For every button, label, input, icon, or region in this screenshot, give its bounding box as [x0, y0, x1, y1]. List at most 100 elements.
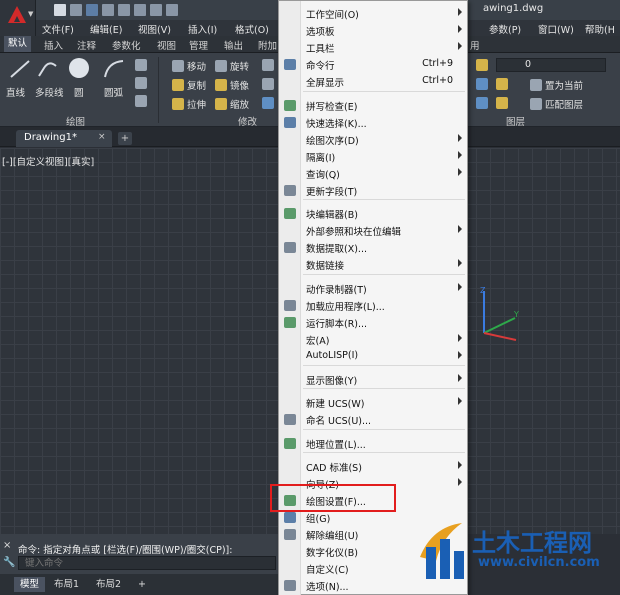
circle-icon[interactable]: [67, 57, 91, 79]
trim-icon[interactable]: [262, 59, 274, 71]
menu-parameters[interactable]: 参数(P): [489, 22, 521, 36]
array-icon[interactable]: [262, 97, 274, 109]
plot-icon[interactable]: [118, 4, 130, 16]
sun-icon[interactable]: [476, 59, 488, 71]
menu-edit[interactable]: 编辑(E): [90, 22, 122, 36]
menu-item-label: 工作空间(O): [306, 10, 359, 21]
fillet-icon[interactable]: [262, 78, 274, 90]
menu-item[interactable]: 加载应用程序(L)...: [279, 297, 467, 314]
tab-default[interactable]: 默认: [4, 36, 32, 52]
layer-lock-icon[interactable]: [496, 78, 508, 90]
command-input[interactable]: [25, 557, 265, 569]
menu-item-label: 更新字段(T): [306, 187, 358, 198]
menu-item[interactable]: 显示图像(Y): [279, 371, 467, 388]
tab-model[interactable]: 模型: [14, 577, 46, 592]
menu-format[interactable]: 格式(O): [235, 22, 269, 36]
menu-item[interactable]: 拼写检查(E): [279, 97, 467, 114]
scale-button[interactable]: 缩放: [215, 97, 249, 111]
menu-item[interactable]: 块编辑器(B): [279, 205, 467, 222]
set-current-button[interactable]: 置为当前: [530, 78, 583, 92]
menu-item[interactable]: 隔离(I): [279, 148, 467, 165]
move-button[interactable]: 移动: [172, 59, 206, 73]
application-menu-button[interactable]: ▼: [0, 0, 36, 36]
menu-item[interactable]: 外部参照和块在位编辑: [279, 222, 467, 239]
polyline-button[interactable]: 多段线: [35, 85, 64, 99]
tab-layout1[interactable]: 布局1: [48, 577, 85, 592]
menu-item[interactable]: CAD 标准(S): [279, 458, 467, 475]
save-as-icon[interactable]: [102, 4, 114, 16]
tab-extra[interactable]: 用: [470, 38, 480, 52]
match-layer-button[interactable]: 匹配图层: [530, 97, 583, 111]
menu-item[interactable]: 查询(Q): [279, 165, 467, 182]
polyline-icon[interactable]: [36, 58, 60, 80]
open-file-icon[interactable]: [70, 4, 82, 16]
civilcn-logo-icon: [420, 523, 464, 579]
menu-help[interactable]: 帮助(H: [585, 22, 615, 36]
menu-item[interactable]: 选项板: [279, 22, 467, 39]
tab-drawing1[interactable]: Drawing1* ×: [16, 130, 112, 147]
menu-item[interactable]: 全屏显示 Ctrl+0: [279, 73, 467, 90]
menu-item[interactable]: 数据链接: [279, 256, 467, 273]
tab-parametric[interactable]: 参数化: [112, 38, 141, 52]
submenu-arrow-icon: [458, 42, 462, 50]
new-tab-button[interactable]: +: [118, 132, 132, 145]
menu-view[interactable]: 视图(V): [138, 22, 171, 36]
tab-output[interactable]: 输出: [224, 38, 243, 52]
viewport-controls[interactable]: [-][自定义视图][真实]: [2, 154, 94, 168]
move-icon: [172, 60, 184, 72]
rectangle-icon[interactable]: [135, 59, 147, 71]
gradient-icon[interactable]: [135, 95, 147, 107]
layer-panel-title[interactable]: 图层: [506, 114, 525, 128]
line-icon[interactable]: [8, 58, 32, 80]
menu-item[interactable]: 宏(A): [279, 331, 467, 348]
line-button[interactable]: 直线: [6, 85, 25, 99]
undo-icon[interactable]: [150, 4, 162, 16]
menu-item[interactable]: 快速选择(K)...: [279, 114, 467, 131]
tab-annotate[interactable]: 注释: [77, 38, 96, 52]
save-icon[interactable]: [86, 4, 98, 16]
menu-item[interactable]: 更新字段(T): [279, 182, 467, 199]
menu-item[interactable]: 动作录制器(T): [279, 280, 467, 297]
menu-item[interactable]: AutoLISP(I): [279, 348, 467, 365]
menu-item[interactable]: 新建 UCS(W): [279, 394, 467, 411]
menu-file[interactable]: 文件(F): [42, 22, 74, 36]
menu-item[interactable]: 工作空间(O): [279, 5, 467, 22]
menu-item[interactable]: 命名 UCS(U)...: [279, 411, 467, 428]
tab-view[interactable]: 视图: [157, 38, 176, 52]
print-preview-icon[interactable]: [134, 4, 146, 16]
arc-icon[interactable]: [102, 58, 126, 80]
redo-icon[interactable]: [166, 4, 178, 16]
modify-panel-title[interactable]: 修改: [238, 114, 257, 128]
layer-freeze-icon[interactable]: [476, 97, 488, 109]
close-icon[interactable]: ×: [98, 132, 106, 142]
circle-button[interactable]: 圆: [74, 85, 84, 99]
rotate-button[interactable]: 旋转: [215, 59, 249, 73]
wrench-icon[interactable]: 🔧: [3, 557, 15, 568]
menu-window[interactable]: 窗口(W): [538, 22, 574, 36]
layer-off-icon[interactable]: [496, 97, 508, 109]
layer-state-icon[interactable]: [476, 78, 488, 90]
draw-panel-title[interactable]: 绘图: [66, 114, 85, 128]
tab-manage[interactable]: 管理: [189, 38, 208, 52]
menu-item[interactable]: 绘图次序(D): [279, 131, 467, 148]
tab-layout2[interactable]: 布局2: [90, 577, 127, 592]
add-layout-button[interactable]: +: [132, 577, 152, 592]
menu-insert[interactable]: 插入(I): [188, 22, 217, 36]
menu-item[interactable]: 地理位置(L)...: [279, 435, 467, 452]
close-icon[interactable]: ×: [3, 540, 11, 551]
new-file-icon[interactable]: [54, 4, 66, 16]
copy-button[interactable]: 复制: [172, 78, 206, 92]
menu-item[interactable]: 数据提取(X)...: [279, 239, 467, 256]
stretch-button[interactable]: 拉伸: [172, 97, 206, 111]
tab-insert[interactable]: 插入: [44, 38, 63, 52]
tab-addins[interactable]: 附加: [258, 38, 277, 52]
arc-button[interactable]: 圆弧: [104, 85, 123, 99]
layer-dropdown[interactable]: 0: [496, 58, 606, 72]
menu-item[interactable]: 工具栏: [279, 39, 467, 56]
rotate-icon: [215, 60, 227, 72]
command-input-box[interactable]: [18, 556, 276, 570]
mirror-button[interactable]: 镜像: [215, 78, 249, 92]
menu-item[interactable]: 命令行 Ctrl+9: [279, 56, 467, 73]
menu-item[interactable]: 运行脚本(R)...: [279, 314, 467, 331]
hatch-icon[interactable]: [135, 77, 147, 89]
